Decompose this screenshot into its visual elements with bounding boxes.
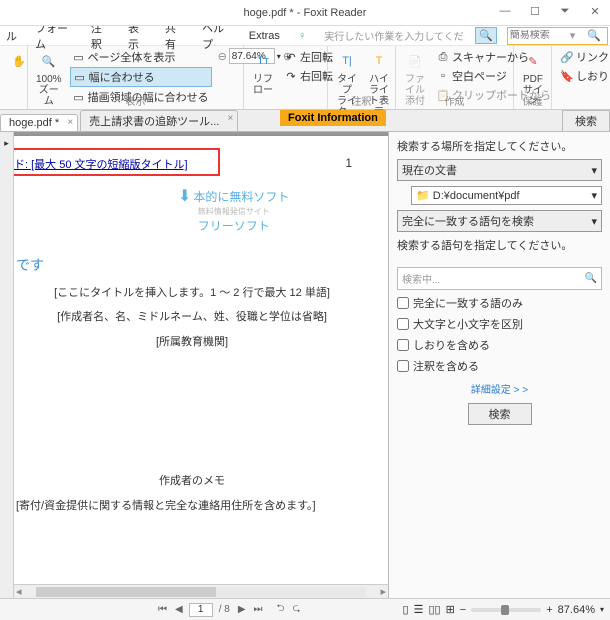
close-button[interactable]: ✕ bbox=[584, 2, 606, 20]
group-protect: 保護 bbox=[514, 93, 551, 108]
quick-search[interactable]: ▾🔍 bbox=[507, 27, 608, 45]
close-tab-icon[interactable]: × bbox=[67, 117, 73, 128]
fit-page[interactable]: ▭ページ全体を表示 bbox=[70, 48, 212, 66]
first-page-icon[interactable]: ⏮ bbox=[156, 604, 169, 615]
title-link[interactable]: ド: [最大 50 文字の短縮版タイトル] bbox=[14, 150, 218, 178]
body-line: 作成者のメモ bbox=[16, 472, 368, 491]
insert-link[interactable]: 🔗リンク bbox=[558, 48, 610, 66]
annotation-box[interactable]: ド: [最大 50 文字の短縮版タイトル] bbox=[14, 148, 220, 176]
zoom-icon: 🔍 bbox=[38, 50, 60, 72]
search-panel: 検索する場所を指定してください。 現在の文書▾ 📁 D:¥document¥pd… bbox=[388, 132, 610, 602]
overflow-button[interactable]: ⏷ bbox=[554, 2, 576, 20]
status-bar: ⏮ ◀ / 8 ▶ ⏭ ⮌ ⮎ ▯ ☰ ▯▯ ⊞ − + 87.64% ▾ bbox=[0, 598, 610, 620]
last-page-icon[interactable]: ⏭ bbox=[252, 604, 265, 615]
view-continuous-icon[interactable]: ☰ bbox=[414, 603, 424, 616]
fit-width[interactable]: ▭幅に合わせる bbox=[70, 67, 212, 87]
foxit-info-banner[interactable]: Foxit Information bbox=[280, 110, 386, 126]
page-total: / 8 bbox=[217, 604, 232, 615]
doc-tab-2[interactable]: 売上請求書の追跡ツール...× bbox=[80, 110, 238, 131]
chk-comments[interactable]: 注釈を含める bbox=[397, 358, 602, 374]
quick-search-input[interactable] bbox=[510, 30, 566, 41]
search-path-select[interactable]: 📁 D:¥document¥pdf▾ bbox=[411, 186, 602, 205]
tell-me-hint[interactable]: 実行したい作業を入力してくださ... bbox=[320, 26, 465, 45]
close-tab-icon[interactable]: × bbox=[227, 113, 233, 124]
sidebar-toggle-icon[interactable]: ▸ bbox=[4, 138, 9, 149]
search-icon[interactable]: 🔍 bbox=[585, 273, 597, 284]
search-term-label: 検索する語句を指定してください。 bbox=[397, 237, 602, 253]
chk-bookmarks[interactable]: しおりを含める bbox=[397, 337, 602, 353]
watermark-logo: ⬇本的に無料ソフト 無料情報発信サイト フリーソフト bbox=[178, 186, 289, 234]
prev-page-icon[interactable]: ◀ bbox=[173, 604, 185, 615]
page-input[interactable] bbox=[189, 603, 213, 617]
menu-extras[interactable]: Extras bbox=[245, 28, 284, 44]
page-number: 1 bbox=[345, 156, 352, 170]
chk-case[interactable]: 大文字と小文字を区別 bbox=[397, 316, 602, 332]
horizontal-scrollbar[interactable]: ◂ ▸ bbox=[14, 584, 388, 598]
group-view: 表示 bbox=[28, 93, 243, 108]
search-button[interactable]: 検索 bbox=[468, 403, 532, 425]
tab-bar: hoge.pdf *× 売上請求書の追跡ツール...× Foxit Inform… bbox=[0, 110, 610, 132]
doc-tab-1[interactable]: hoge.pdf *× bbox=[0, 114, 78, 131]
group-comment: 注釈 bbox=[328, 93, 395, 108]
advanced-settings-link[interactable]: 詳細設定 > > bbox=[397, 381, 602, 396]
insert-bookmark[interactable]: 🔖しおり bbox=[558, 67, 610, 85]
body-line: [寄付/資金提供に関する情報と完全な連絡用住所を含めます。] bbox=[16, 497, 368, 516]
nav-back-icon[interactable]: ⮌ bbox=[275, 601, 287, 618]
search-location-label: 検索する場所を指定してください。 bbox=[397, 138, 602, 154]
chk-whole-words[interactable]: 完全に一致する語のみ bbox=[397, 295, 602, 311]
body-line: [所属教育機関] bbox=[16, 333, 368, 352]
search-tab[interactable]: 検索 bbox=[562, 110, 610, 131]
maximize-button[interactable]: ☐ bbox=[524, 2, 546, 20]
body-heading: です bbox=[16, 254, 368, 278]
window-title: hoge.pdf * - Foxit Reader bbox=[244, 7, 367, 19]
tell-me-icon[interactable]: ♀ bbox=[294, 28, 310, 44]
document-viewport[interactable]: ド: [最大 50 文字の短縮版タイトル] 1 ⬇本的に無料ソフト 無料情報発信… bbox=[14, 132, 388, 602]
menu-file[interactable]: ル bbox=[2, 26, 21, 46]
search-scope-select[interactable]: 現在の文書▾ bbox=[397, 159, 602, 181]
body-line: [ここにタイトルを挿入します。1 ～ 2 行で最大 12 単語] bbox=[16, 284, 368, 303]
minimize-button[interactable]: ― bbox=[494, 2, 516, 20]
zoom-out-icon[interactable]: ⊖ bbox=[218, 50, 227, 63]
view-single-icon[interactable]: ▯ bbox=[403, 603, 409, 616]
zoom-percent[interactable]: 87.64% bbox=[558, 604, 595, 616]
zoom-slider[interactable] bbox=[471, 608, 541, 612]
menu-bar: ル フォーム 注釈 表示 共有 ヘルプ Extras ♀ 実行したい作業を入力し… bbox=[0, 26, 610, 46]
search-term-input[interactable]: 検索中...🔍 bbox=[397, 267, 602, 290]
nav-fwd-icon[interactable]: ⮎ bbox=[291, 601, 303, 618]
reflow[interactable]: Tтリフロー bbox=[250, 48, 276, 98]
search-match-select[interactable]: 完全に一致する語句を検索▾ bbox=[397, 210, 602, 232]
search-highlight-icon[interactable]: 🔍 bbox=[475, 27, 497, 44]
next-page-icon[interactable]: ▶ bbox=[236, 604, 248, 615]
body-line: [作成者名、名、ミドルネーム、姓、役職と学位は省略] bbox=[16, 308, 368, 327]
left-sidebar: ▸ bbox=[0, 132, 14, 602]
group-insert: 挿入 bbox=[552, 93, 610, 108]
view-cover-icon[interactable]: ⊞ bbox=[446, 603, 455, 616]
group-create: 作成 bbox=[396, 93, 513, 108]
zoom-out-status-icon[interactable]: − bbox=[460, 604, 466, 616]
zoom-in-status-icon[interactable]: + bbox=[546, 604, 552, 616]
pdf-page: ド: [最大 50 文字の短縮版タイトル] 1 ⬇本的に無料ソフト 無料情報発信… bbox=[14, 136, 388, 596]
ribbon: ✋ 🔍100% ズーム ▭ページ全体を表示 ▭幅に合わせる ▭描画領域の幅に合わ… bbox=[0, 46, 610, 110]
view-facing-icon[interactable]: ▯▯ bbox=[428, 603, 440, 616]
